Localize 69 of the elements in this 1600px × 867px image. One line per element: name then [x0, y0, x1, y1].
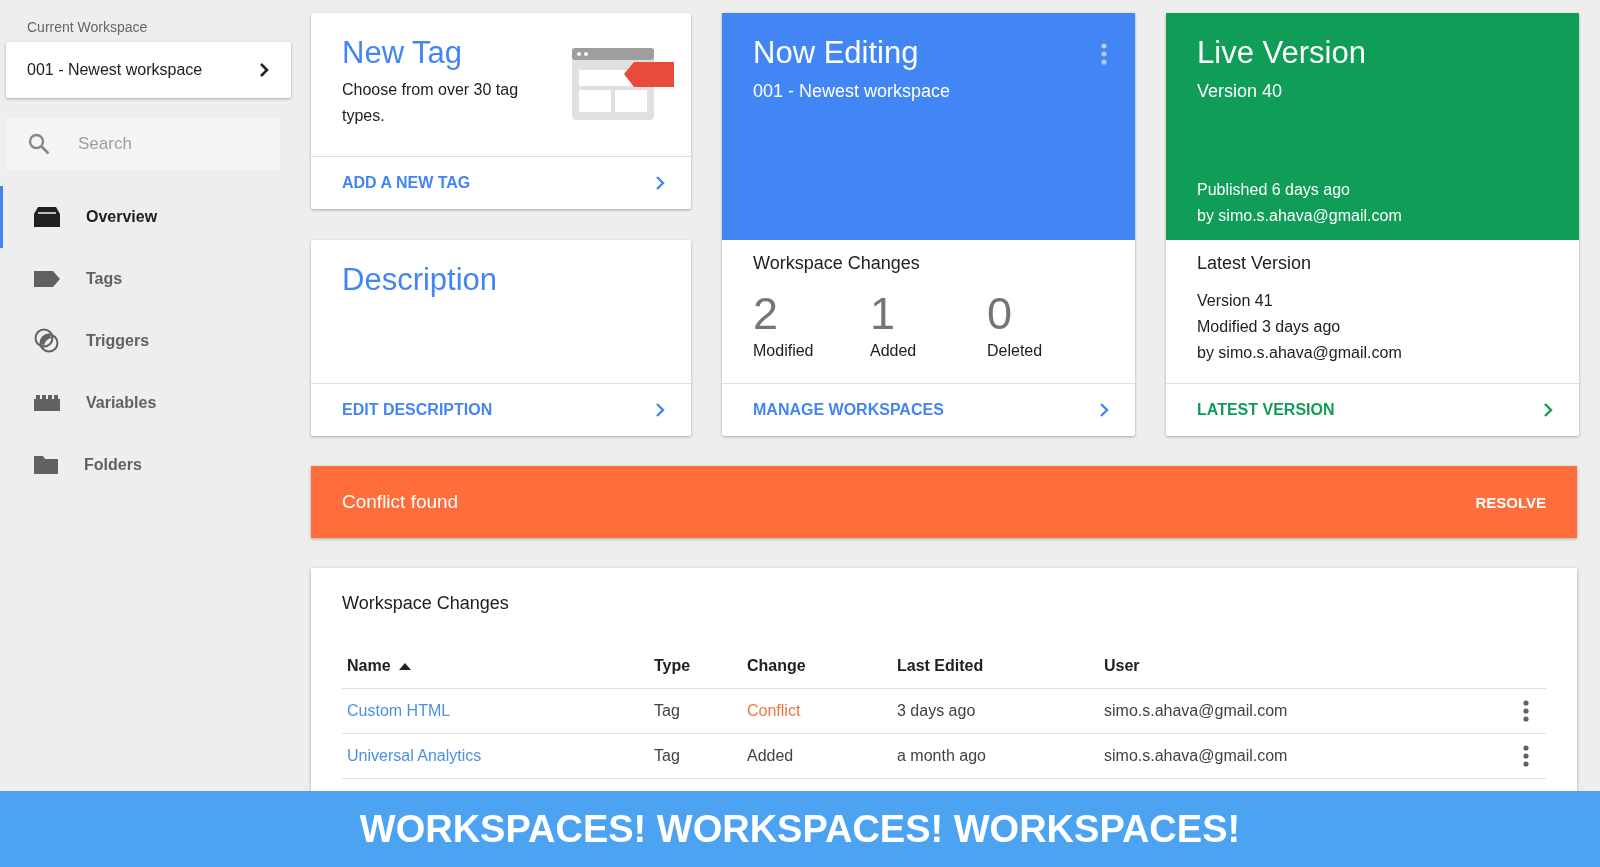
column-header[interactable]: Change: [747, 657, 897, 675]
table-cell-text: a month ago: [897, 747, 987, 765]
table-cell-text: simo.s.ahava@gmail.com: [1104, 702, 1289, 720]
nav-item[interactable]: Folders: [0, 434, 311, 496]
edit-description-link[interactable]: EDIT DESCRIPTION: [311, 384, 691, 436]
brick-icon: [34, 395, 60, 411]
search-icon: [28, 133, 50, 155]
card-title: Live Version: [1197, 35, 1367, 71]
search-field[interactable]: Search: [6, 118, 280, 170]
tag-icon: [34, 271, 60, 287]
section-title: Workspace Changes: [753, 253, 921, 274]
published-text: Published 6 days ago: [1197, 180, 1351, 200]
stat-number: 2: [753, 288, 780, 340]
nav-label: Overview: [86, 208, 158, 226]
section-title: Latest Version: [1197, 253, 1313, 274]
chevron-right-icon: [1543, 402, 1553, 418]
conflict-message: Conflict found: [342, 491, 459, 513]
card-title: Workspace Changes: [342, 593, 510, 614]
sort-ascending-icon: [398, 662, 411, 670]
resolve-button[interactable]: RESOLVE: [1475, 493, 1546, 511]
stat-label: Added: [870, 342, 918, 360]
nav-label: Tags: [86, 270, 123, 288]
more-vert-icon[interactable]: [1523, 745, 1529, 767]
version-detail: by simo.s.ahava@gmail.com: [1197, 343, 1403, 363]
stat-number: 1: [870, 288, 897, 340]
version-number: Version 40: [1197, 81, 1284, 102]
add-new-tag-link[interactable]: ADD A NEW TAG: [311, 157, 691, 209]
chevron-right-icon: [655, 402, 665, 418]
stat-number: 0: [987, 288, 1014, 340]
card-title: Now Editing: [753, 35, 920, 71]
nav-label: Triggers: [86, 332, 150, 350]
more-vert-icon[interactable]: [1523, 700, 1529, 722]
stat-label: Deleted: [987, 342, 1044, 360]
workspace-selector[interactable]: 001 - Newest workspace: [6, 42, 291, 98]
table-cell-text: Tag: [654, 702, 681, 720]
workspace-name: 001 - Newest workspace: [753, 81, 952, 102]
column-header[interactable]: User: [1104, 657, 1506, 675]
chevron-right-icon: [259, 62, 269, 78]
caption-banner: WORKSPACES! WORKSPACES! WORKSPACES!: [0, 791, 1600, 867]
card-title: Description: [342, 262, 499, 298]
table-cell-text: simo.s.ahava@gmail.com: [1104, 747, 1289, 765]
table-cell-text: Added: [747, 747, 795, 765]
manage-workspaces-link[interactable]: MANAGE WORKSPACES: [722, 384, 1135, 436]
latest-version-link[interactable]: LATEST VERSION: [1166, 384, 1579, 436]
publisher-text: by simo.s.ahava@gmail.com: [1197, 206, 1403, 226]
nav-item[interactable]: Tags: [0, 248, 311, 310]
item-name-link[interactable]: Universal Analytics: [347, 747, 482, 764]
column-header[interactable]: Type: [654, 657, 747, 675]
overlapping-circles-icon: [34, 328, 60, 354]
chevron-right-icon: [1099, 402, 1109, 418]
table-cell-text: 3 days ago: [897, 702, 977, 720]
tray-icon: [34, 207, 60, 227]
chevron-right-icon: [655, 175, 665, 191]
nav-label: Variables: [86, 394, 157, 412]
nav-item[interactable]: Triggers: [0, 310, 311, 372]
card-text: Choose from over 30 tag types.: [342, 80, 520, 126]
column-header[interactable]: Name: [347, 657, 654, 675]
column-header[interactable]: Last Edited: [897, 657, 1104, 675]
folder-icon: [34, 456, 58, 474]
version-detail: Modified 3 days ago: [1197, 317, 1342, 337]
item-name-link[interactable]: Custom HTML: [347, 702, 451, 719]
stat-label: Modified: [753, 342, 815, 360]
nav-item[interactable]: Variables: [0, 372, 311, 434]
version-detail: Version 41: [1197, 291, 1274, 311]
table-cell-text: Tag: [654, 747, 681, 765]
card-title: New Tag: [342, 35, 464, 71]
table-cell-text: Conflict: [747, 702, 802, 720]
current-workspace-label: Current Workspace: [26, 18, 149, 35]
nav-label: Folders: [84, 456, 142, 474]
